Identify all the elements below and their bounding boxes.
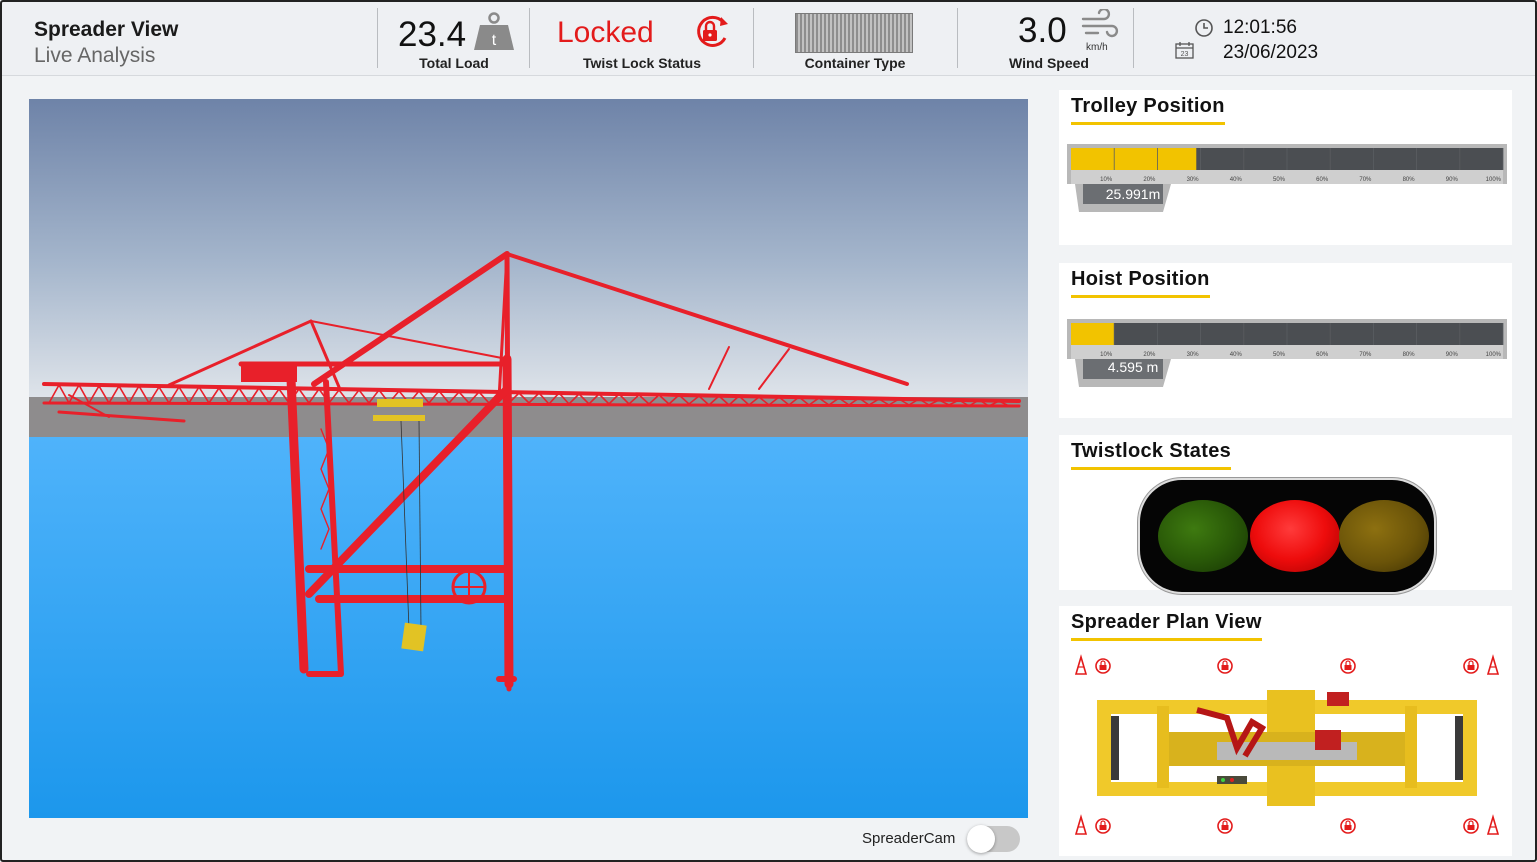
- spreader-plan-view-panel: Spreader Plan View: [1059, 606, 1512, 856]
- guide-cone-icon: [1074, 654, 1088, 675]
- hoist-position-panel: Hoist Position 10% 20% 30% 40% 50% 60% 70% 80% 9…: [1059, 263, 1512, 418]
- wind-speed-value: 3.0: [1018, 11, 1067, 50]
- weight-unit: t: [492, 32, 497, 49]
- current-date: 23/06/2023: [1223, 42, 1319, 63]
- spreader-plan-view-title: Spreader Plan View: [1071, 611, 1262, 641]
- toggle-knob[interactable]: [967, 825, 995, 853]
- hoist-position-value: 4.595 m: [1107, 359, 1159, 375]
- wind-speed-label: Wind Speed: [1009, 55, 1089, 71]
- trolley-position-gauge: 10% 20% 30% 40% 50% 60% 70% 80% 90% 100%: [1067, 144, 1507, 212]
- container-type-icon: [795, 13, 913, 53]
- container-type-label: Container Type: [804, 55, 906, 71]
- red-wheel: [451, 569, 487, 605]
- app-subtitle: Live Analysis: [34, 44, 156, 67]
- guide-cone-icon: [1486, 654, 1500, 675]
- twistlock-lock-icon: [1095, 658, 1111, 674]
- twistlock-lock-icon: [1463, 658, 1479, 674]
- twist-lock-status-label: Twist Lock Status: [583, 55, 701, 71]
- sky: [29, 99, 1028, 399]
- hoist-tick-label: 90%: [1446, 352, 1459, 358]
- trolley-position-title: Trolley Position: [1071, 95, 1225, 125]
- trolley-tick-label: 100%: [1486, 177, 1502, 183]
- trolley-tick-label: 50%: [1273, 177, 1286, 183]
- twistlock-lock-icon: [1217, 818, 1233, 834]
- divider: [377, 8, 378, 68]
- hoist-position-gauge: 10% 20% 30% 40% 50% 60% 70% 80% 90% 100%: [1067, 319, 1507, 387]
- wind-icon: [1081, 9, 1119, 38]
- hoist-tick-label: 80%: [1403, 352, 1416, 358]
- crane-3d-viewport[interactable]: [29, 99, 1028, 818]
- twistlock-traffic-light: [1138, 478, 1436, 594]
- hoist-tick-label: 30%: [1187, 352, 1200, 358]
- water: [29, 437, 1028, 818]
- hoist-tick-label: 20%: [1143, 352, 1156, 358]
- trolley-position-panel: Trolley Position 10% 20% 30% 40% 50% 60% 70% 80…: [1059, 90, 1512, 245]
- guide-cone-icon: [1074, 814, 1088, 835]
- hoist-gauge-scale: [1071, 345, 1503, 359]
- hoist-tick-label: 70%: [1359, 352, 1372, 358]
- hoist-position-title: Hoist Position: [1071, 268, 1210, 298]
- top-status-bar: Spreader View Live Analysis 23.4 t Total…: [0, 0, 1537, 76]
- twistlock-states-panel: Twistlock States: [1059, 435, 1512, 594]
- twistlock-amber-lamp: [1339, 500, 1429, 572]
- hoist-tick-label: 100%: [1486, 352, 1502, 358]
- trolley-tick-label: 70%: [1359, 177, 1372, 183]
- twist-lock-status-value: Locked: [557, 16, 654, 49]
- twistlock-lock-icon: [1340, 658, 1356, 674]
- weight-icon: t: [474, 12, 514, 50]
- clock-icon: [1195, 19, 1213, 37]
- trolley-position-value: 25.991m: [1105, 186, 1161, 202]
- guide-cone-icon: [1486, 814, 1500, 835]
- twistlock-green-lamp: [1158, 500, 1248, 572]
- hoist-tick-label: 50%: [1273, 352, 1286, 358]
- trolley-tick-label: 40%: [1230, 177, 1243, 183]
- total-load-label: Total Load: [419, 55, 489, 71]
- trolley-gauge-scale: [1071, 170, 1503, 184]
- twistlock-lock-icon: [1340, 818, 1356, 834]
- trolley-tick-label: 80%: [1403, 177, 1416, 183]
- hoist-gauge-fill: [1071, 323, 1115, 345]
- twistlock-red-lamp: [1250, 500, 1340, 572]
- divider: [529, 8, 530, 68]
- divider: [957, 8, 958, 68]
- twistlock-lock-icon: [1217, 658, 1233, 674]
- trolley-tick-label: 10%: [1100, 177, 1113, 183]
- app-title: Spreader View: [34, 18, 179, 41]
- divider: [1133, 8, 1134, 68]
- trolley-tick-label: 90%: [1446, 177, 1459, 183]
- trolley-tick-label: 60%: [1316, 177, 1329, 183]
- hoist-tick-label: 40%: [1230, 352, 1243, 358]
- trolley-tick-label: 30%: [1187, 177, 1200, 183]
- calendar-icon: 23: [1175, 42, 1194, 59]
- crane-scene[interactable]: [29, 99, 1028, 818]
- hoist-tick-label: 10%: [1100, 352, 1113, 358]
- twistlock-states-title: Twistlock States: [1071, 440, 1232, 470]
- brand-block: Spreader View Live Analysis: [34, 18, 178, 68]
- spreader-frame: [1097, 690, 1477, 806]
- spreader-plan-diagram: [1074, 654, 1500, 835]
- calendar-day: 23: [1181, 51, 1189, 58]
- current-time: 12:01:56: [1223, 17, 1297, 38]
- trolley-tick-label: 20%: [1143, 177, 1156, 183]
- lock-rotate-icon: [697, 15, 728, 47]
- spreadercam-toggle[interactable]: [967, 825, 1020, 853]
- hoist-tick-label: 60%: [1316, 352, 1329, 358]
- twistlock-lock-icon: [1463, 818, 1479, 834]
- divider: [753, 8, 754, 68]
- wind-unit: km/h: [1086, 42, 1108, 53]
- total-load-value: 23.4: [398, 15, 467, 54]
- trolley-gauge-fill: [1071, 148, 1197, 170]
- spreadercam-label: SpreaderCam: [862, 830, 956, 847]
- twistlock-lock-icon: [1095, 818, 1111, 834]
